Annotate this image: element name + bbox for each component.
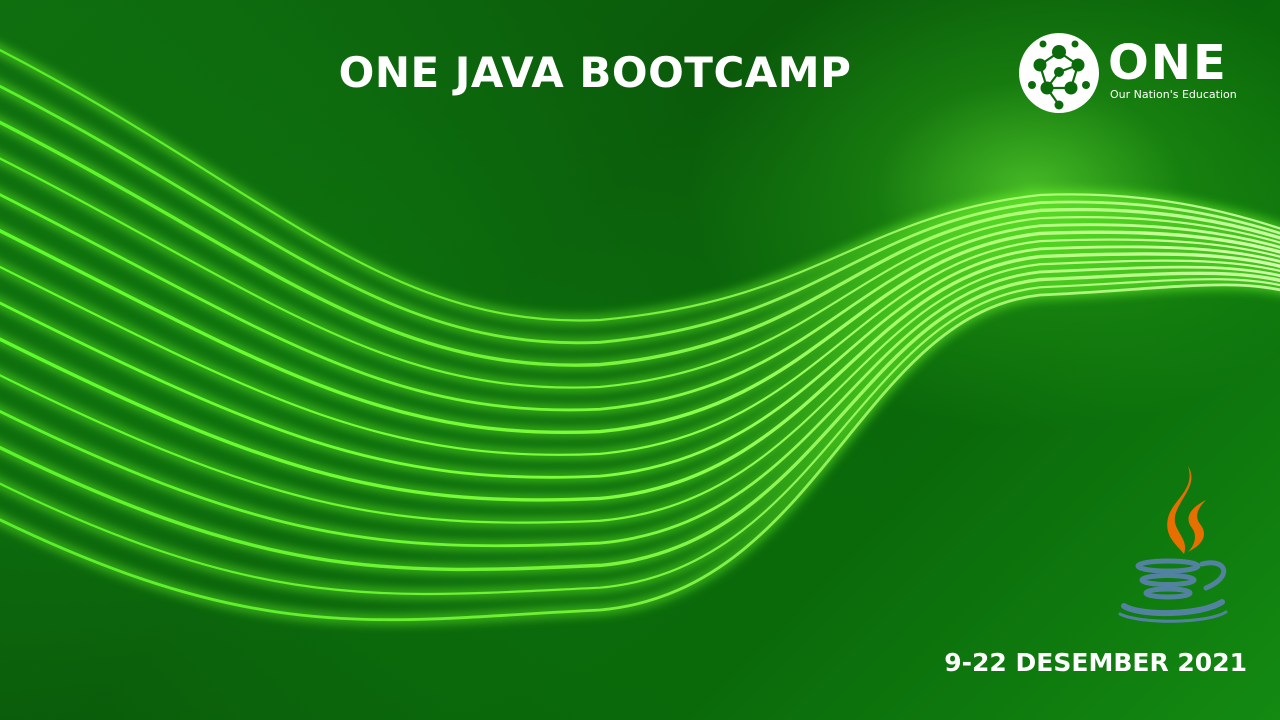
one-logo: ONE Our Nation's Education	[1016, 30, 1256, 116]
soccer-ball-icon	[1019, 33, 1099, 113]
logo-tagline: Our Nation's Education	[1110, 88, 1237, 101]
event-date: 9-22 DESEMBER 2021	[944, 648, 1247, 677]
slide-title: ONE JAVA BOOTCAMP	[338, 48, 852, 97]
slide: ONE JAVA BOOTCAMP ONE Our Nation's Educa…	[0, 0, 1280, 720]
java-cup	[1118, 558, 1228, 623]
logo-wordmark: ONE	[1108, 35, 1228, 91]
java-coffee-cup-icon	[1118, 466, 1228, 623]
java-steam	[1167, 466, 1206, 554]
